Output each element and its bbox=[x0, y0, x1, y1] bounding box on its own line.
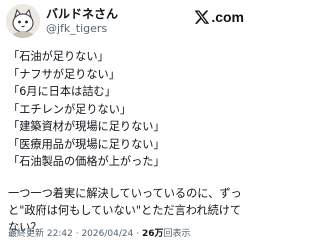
tweet-line: 「建築資材が現場に足りない」 bbox=[8, 120, 165, 133]
x-logo-icon bbox=[194, 10, 210, 24]
tweet-meta: 最終更新 22:42 · 2026/04/24 · 26万回表示 bbox=[8, 226, 190, 239]
x-com-logo[interactable]: .com bbox=[194, 7, 244, 27]
user-handle[interactable]: @jfk_tigers bbox=[46, 22, 118, 36]
tweet-header: バルドネさん @jfk_tigers .com bbox=[6, 4, 244, 38]
tweet-line: 「6月に日本は詰む」 bbox=[8, 85, 116, 98]
tweet-line: 「ナフサが足りない」 bbox=[8, 67, 120, 81]
tweet-line: 「石油製品の価格が上がった」 bbox=[8, 155, 165, 168]
meta-separator: · bbox=[136, 229, 140, 239]
views-count: 26万 bbox=[141, 229, 164, 239]
views-label: 回表示 bbox=[163, 229, 191, 239]
display-name[interactable]: バルドネさん bbox=[46, 7, 118, 22]
tweet-quote-list: 「石油が足りない」 「ナフサが足りない」 「6月に日本は詰む」 「エチレンが足り… bbox=[8, 48, 165, 171]
meta-separator: · bbox=[75, 229, 79, 239]
tweet-line: 「エチレンが足りない」 bbox=[8, 102, 132, 116]
cartoon-cat-avatar-icon bbox=[6, 4, 40, 38]
logo-text: .com bbox=[211, 9, 244, 25]
tweet-line: 「医療用品が現場に足りない」 bbox=[8, 137, 165, 151]
avatar[interactable] bbox=[6, 4, 40, 38]
author-info: バルドネさん @jfk_tigers bbox=[46, 7, 118, 36]
tweet-time[interactable]: 最終更新 22:42 bbox=[8, 229, 73, 239]
tweet-date[interactable]: 2026/04/24 bbox=[81, 229, 133, 239]
tweet-line: 「石油が足りない」 bbox=[8, 50, 109, 63]
